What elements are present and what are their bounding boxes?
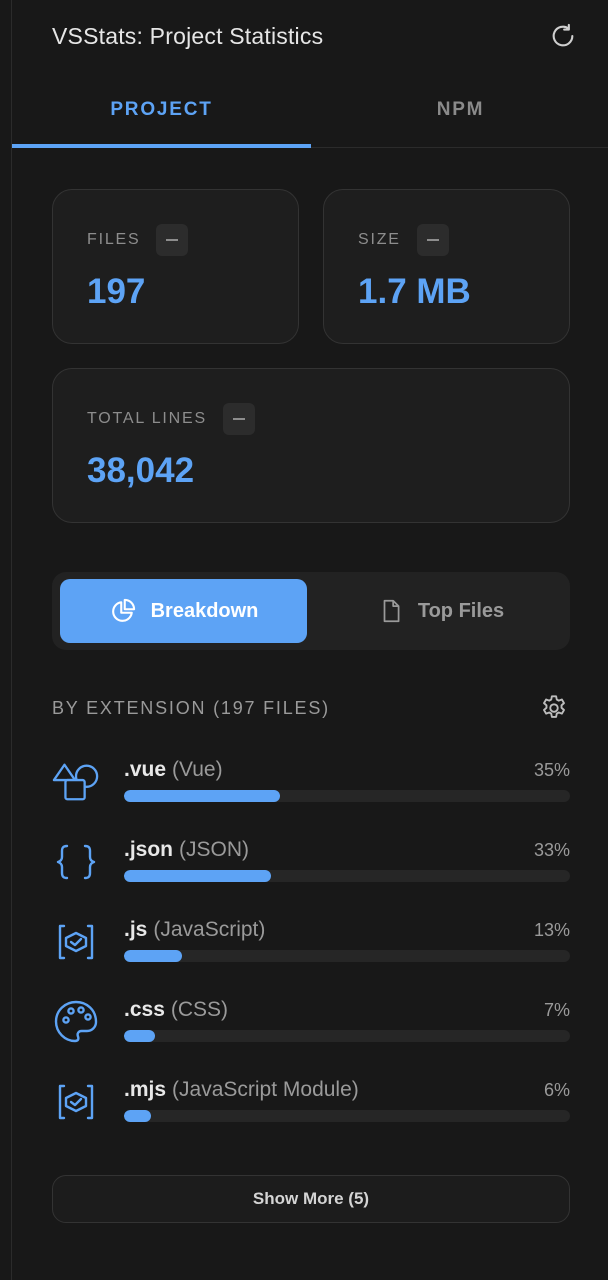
lines-value: 38,042 — [87, 451, 195, 490]
progress-track — [124, 1030, 570, 1042]
panel-title: VSStats: Project Statistics — [52, 22, 324, 49]
code-file-icon — [52, 918, 100, 966]
pie-chart-icon — [111, 598, 135, 622]
size-card: SIZE 1.7 MB — [323, 189, 570, 344]
progress-fill — [124, 1030, 156, 1042]
extension-row: .json (JSON) 33% — [52, 838, 570, 898]
header: VSStats: Project Statistics — [52, 18, 578, 54]
progress-fill — [124, 870, 272, 882]
breakdown-label: Breakdown — [150, 599, 259, 622]
percentage: 7% — [543, 1000, 570, 1020]
extension-label: .vue (Vue) — [124, 758, 223, 782]
file-icon — [383, 599, 400, 623]
progress-track — [124, 1110, 570, 1122]
tab-project[interactable]: PROJECT — [12, 72, 311, 148]
extension-label: .js (JavaScript) — [124, 918, 265, 942]
breakdown-button[interactable]: Breakdown — [60, 579, 307, 643]
files-value: 197 — [87, 272, 146, 311]
lines-collapse-button[interactable] — [222, 403, 255, 435]
size-value: 1.7 MB — [358, 272, 471, 311]
lines-label: TOTAL LINES — [87, 410, 207, 427]
progress-fill — [124, 790, 281, 802]
shapes-icon — [52, 758, 100, 806]
code-file-icon — [52, 1078, 100, 1126]
lines-card: TOTAL LINES 38,042 — [52, 368, 570, 523]
percentage: 13% — [533, 920, 570, 940]
language-name: (JavaScript Module) — [172, 1078, 359, 1101]
extension-name: .css — [124, 998, 165, 1021]
progress-track — [124, 790, 570, 802]
size-collapse-button[interactable] — [416, 224, 449, 256]
extension-label: .css (CSS) — [124, 998, 228, 1022]
extension-row: .vue (Vue) 35% — [52, 758, 570, 818]
progress-fill — [124, 950, 182, 962]
panel-border — [11, 0, 12, 1280]
language-name: (JavaScript) — [153, 918, 266, 941]
percentage: 6% — [543, 1080, 570, 1100]
extension-row: .css (CSS) 7% — [52, 998, 570, 1058]
extension-name: .js — [124, 918, 148, 941]
top-files-label: Top Files — [417, 599, 505, 622]
language-name: (CSS) — [170, 998, 229, 1021]
extension-name: .json — [124, 838, 174, 861]
extension-row: .mjs (JavaScript Module) 6% — [52, 1078, 570, 1138]
show-more-button[interactable]: Show More (5) — [52, 1175, 570, 1223]
extension-label: .mjs (JavaScript Module) — [124, 1078, 359, 1102]
size-label: SIZE — [358, 231, 401, 248]
progress-fill — [124, 1110, 151, 1122]
progress-track — [124, 870, 570, 882]
extension-name: .mjs — [124, 1078, 167, 1101]
minus-icon — [426, 239, 439, 241]
percentage: 35% — [533, 760, 570, 780]
refresh-button[interactable] — [548, 21, 578, 51]
percentage: 33% — [533, 840, 570, 860]
palette-icon — [52, 998, 100, 1046]
language-name: (Vue) — [172, 758, 223, 781]
tab-bar: PROJECT NPM — [12, 72, 608, 148]
progress-track — [124, 950, 570, 962]
minus-icon — [166, 239, 179, 241]
view-toggle: Breakdown Top Files — [52, 572, 570, 650]
language-name: (JSON) — [179, 838, 250, 861]
breakdown-title: BY EXTENSION (197 FILES) — [52, 697, 330, 718]
top-files-button[interactable]: Top Files — [318, 579, 564, 643]
minus-icon — [232, 418, 245, 420]
breakdown-header: BY EXTENSION (197 FILES) — [52, 690, 570, 726]
files-label: FILES — [87, 231, 141, 248]
extension-name: .vue — [124, 758, 167, 781]
files-card: FILES 197 — [52, 189, 299, 344]
braces-icon — [52, 838, 100, 886]
extension-row: .js (JavaScript) 13% — [52, 918, 570, 978]
settings-button[interactable] — [538, 692, 570, 724]
gear-icon — [543, 695, 565, 718]
tab-npm[interactable]: NPM — [311, 72, 608, 147]
refresh-icon — [552, 23, 574, 47]
extension-label: .json (JSON) — [124, 838, 249, 862]
files-collapse-button[interactable] — [156, 224, 189, 256]
